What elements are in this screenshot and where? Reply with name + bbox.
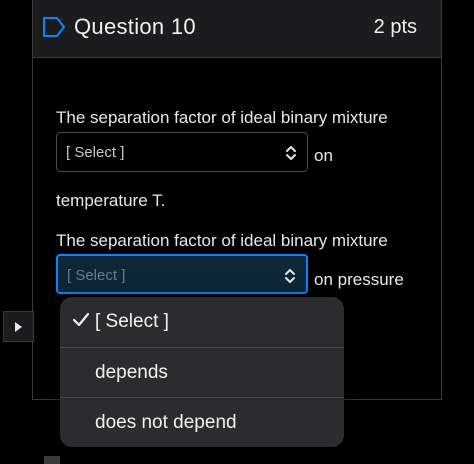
question-text-on-pressure: on pressure	[314, 270, 404, 289]
question-text-2: temperature T.	[56, 191, 166, 210]
play-button[interactable]	[3, 311, 34, 342]
question-text-1: The separation factor of ideal binary mi…	[56, 108, 388, 127]
question-text-on: on	[314, 146, 333, 165]
question-header: Question 10 2 pts	[33, 0, 441, 58]
dropdown-option-does-not-depend[interactable]: does not depend	[60, 397, 344, 447]
question-text-3: The separation factor of ideal binary mi…	[56, 231, 388, 250]
chevron-up-down-icon	[286, 146, 296, 160]
dropdown-option-label: [ Select ]	[95, 311, 169, 332]
checkmark-icon	[72, 312, 90, 327]
chevron-up-down-icon	[285, 269, 295, 283]
select-2-value: [ Select ]	[67, 267, 126, 284]
dropdown-option-label: depends	[95, 362, 168, 383]
dropdown-menu: [ Select ] depends does not depend	[60, 297, 344, 447]
flag-outline-icon[interactable]	[42, 16, 66, 38]
dropdown-select-1[interactable]: [ Select ]	[56, 132, 308, 172]
play-icon	[15, 322, 22, 332]
dropdown-select-2[interactable]: [ Select ]	[56, 254, 308, 294]
select-1-value: [ Select ]	[66, 144, 125, 161]
question-points: 2 pts	[373, 16, 417, 38]
question-title: Question 10	[74, 14, 196, 39]
dropdown-option-select[interactable]: [ Select ]	[60, 297, 344, 347]
dropdown-option-depends[interactable]: depends	[60, 347, 344, 397]
dropdown-option-label: does not depend	[95, 412, 237, 433]
